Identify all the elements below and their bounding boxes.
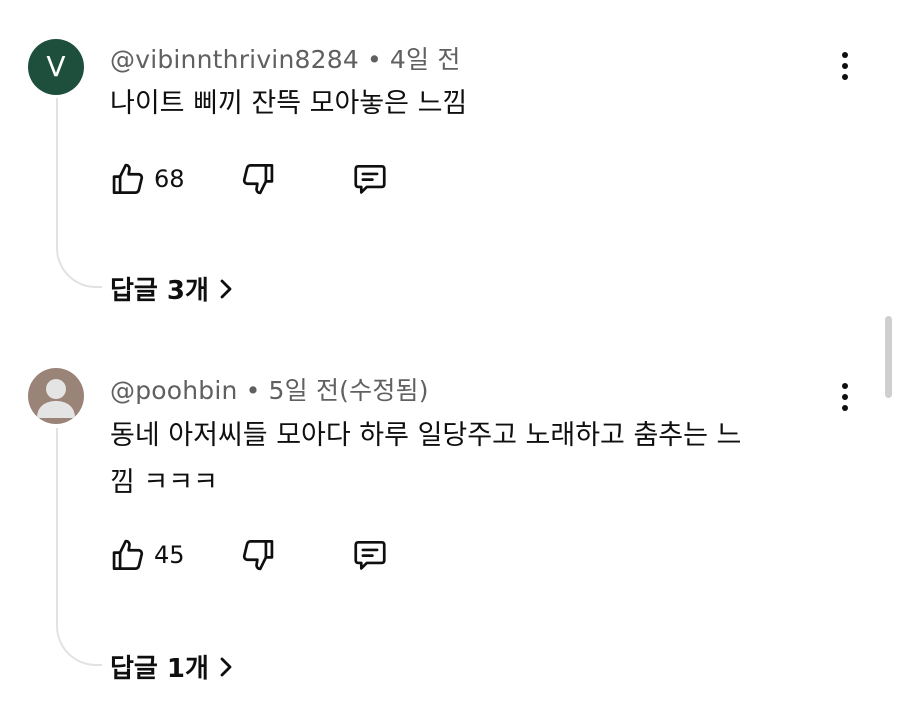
meta-separator: • [245, 376, 261, 405]
thread-connector [56, 428, 102, 666]
replies-label: 답글 1개 [110, 654, 209, 684]
dislike-button[interactable] [238, 536, 278, 574]
comment-text-line: 동네 아저씨들 모아다 하루 일당주고 노래하고 춤추는 느 [110, 420, 742, 451]
comment-text: 동네 아저씨들 모아다 하루 일당주고 노래하고 춤추는 느 낌 ㅋㅋㅋ [110, 412, 830, 506]
comment-time: 5일 전(수정됨) [268, 376, 429, 405]
thumbs-down-icon [242, 540, 274, 571]
avatar[interactable] [28, 368, 84, 424]
scrollbar[interactable] [885, 316, 892, 398]
more-vertical-icon [842, 383, 848, 389]
thumbs-up-icon [112, 539, 144, 570]
comment-meta: @poohbin • 5일 전(수정됨) [110, 371, 429, 407]
default-avatar-icon [37, 379, 75, 418]
comment-author[interactable]: @poohbin [110, 376, 238, 405]
more-options-button[interactable] [830, 375, 860, 419]
comment-item: @poohbin • 5일 전(수정됨) 동네 아저씨들 모아다 하루 일당주고 노… [0, 0, 900, 705]
like-count: 45 [154, 541, 185, 569]
view-replies-button[interactable]: 답글 1개 [110, 648, 233, 685]
like-button[interactable]: 45 [108, 536, 185, 574]
reply-button[interactable] [350, 536, 390, 574]
comment-text-line: 낌 ㅋㅋㅋ [110, 467, 218, 498]
comment-reply-icon [354, 540, 386, 570]
chevron-right-icon [220, 657, 232, 676]
